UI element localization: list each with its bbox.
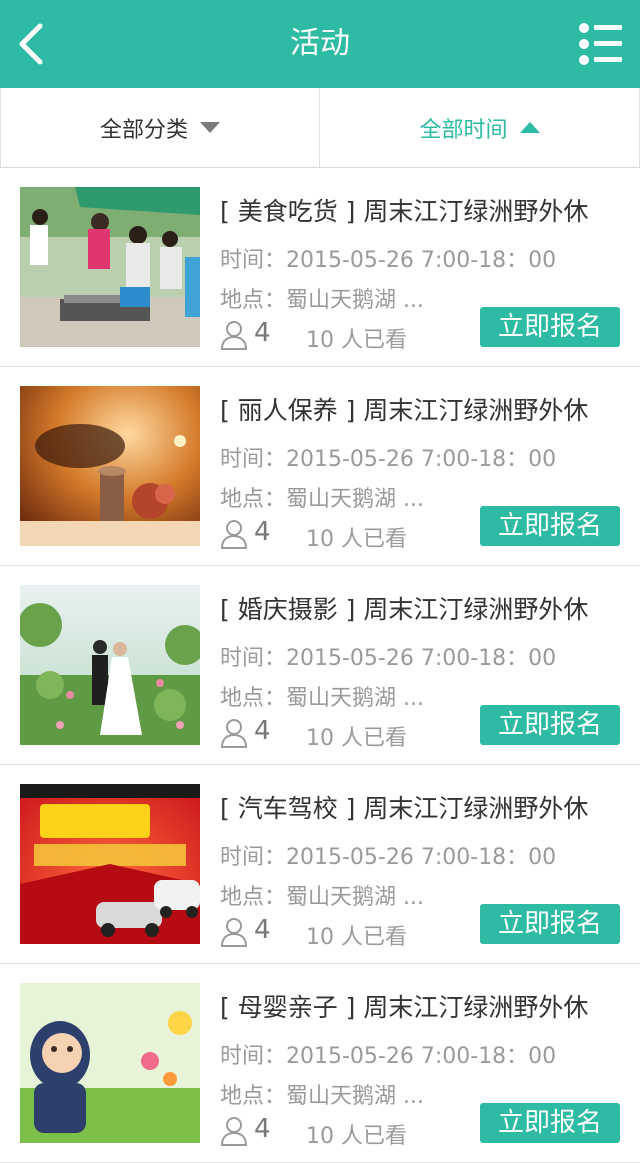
view-count: 10 人已看: [306, 328, 407, 353]
person-icon: [220, 719, 248, 748]
event-location: 地点：蜀山天鹅湖 ...: [220, 885, 424, 910]
category-filter[interactable]: 全部分类: [0, 88, 320, 167]
event-item[interactable]: [ 母婴亲子 ] 周末江汀绿洲野外休 时间：2015-05-26 7:00-18…: [0, 964, 640, 1163]
participant-count: 4: [254, 517, 271, 547]
event-time: 时间：2015-05-26 7:00-18：00: [220, 447, 557, 472]
menu-button[interactable]: [578, 22, 624, 66]
participant-count: 4: [254, 716, 271, 746]
participant-count: 4: [254, 1114, 271, 1144]
person-icon: [220, 520, 248, 549]
signup-button[interactable]: 立即报名: [480, 705, 620, 745]
event-title: [ 母婴亲子 ] 周末江汀绿洲野外休: [220, 993, 589, 1022]
event-title: [ 婚庆摄影 ] 周末江汀绿洲野外休: [220, 595, 589, 624]
view-count: 10 人已看: [306, 1124, 407, 1149]
signup-button[interactable]: 立即报名: [480, 904, 620, 944]
event-item[interactable]: [ 汽车驾校 ] 周末江汀绿洲野外休 时间：2015-05-26 7:00-18…: [0, 765, 640, 964]
event-thumbnail: [20, 784, 200, 944]
person-icon: [220, 321, 248, 350]
event-title: [ 汽车驾校 ] 周末江汀绿洲野外休: [220, 794, 589, 823]
signup-button[interactable]: 立即报名: [480, 1103, 620, 1143]
app-header: 活动: [0, 0, 640, 88]
event-time: 时间：2015-05-26 7:00-18：00: [220, 1044, 557, 1069]
caret-up-icon: [519, 122, 540, 133]
filter-bar: 全部分类 全部时间: [0, 88, 640, 168]
signup-button[interactable]: 立即报名: [480, 307, 620, 347]
event-thumbnail: [20, 585, 200, 745]
time-filter[interactable]: 全部时间: [320, 88, 640, 167]
signup-button[interactable]: 立即报名: [480, 506, 620, 546]
event-title: [ 丽人保养 ] 周末江汀绿洲野外休: [220, 396, 589, 425]
view-count: 10 人已看: [306, 925, 407, 950]
event-item[interactable]: [ 婚庆摄影 ] 周末江汀绿洲野外休 时间：2015-05-26 7:00-18…: [0, 566, 640, 765]
event-title: [ 美食吃货 ] 周末江汀绿洲野外休: [220, 197, 589, 226]
event-location: 地点：蜀山天鹅湖 ...: [220, 686, 424, 711]
event-time: 时间：2015-05-26 7:00-18：00: [220, 845, 557, 870]
event-location: 地点：蜀山天鹅湖 ...: [220, 288, 424, 313]
view-count: 10 人已看: [306, 527, 407, 552]
category-filter-label: 全部分类: [99, 117, 188, 143]
participant-count: 4: [254, 915, 271, 945]
view-count: 10 人已看: [306, 726, 407, 751]
event-time: 时间：2015-05-26 7:00-18：00: [220, 248, 557, 273]
event-thumbnail: [20, 187, 200, 347]
time-filter-label: 全部时间: [419, 117, 508, 143]
event-item[interactable]: [ 丽人保养 ] 周末江汀绿洲野外休 时间：2015-05-26 7:00-18…: [0, 367, 640, 566]
event-thumbnail: [20, 983, 200, 1143]
event-location: 地点：蜀山天鹅湖 ...: [220, 1084, 424, 1109]
event-location: 地点：蜀山天鹅湖 ...: [220, 487, 424, 512]
caret-down-icon: [200, 122, 220, 133]
event-thumbnail: [20, 386, 200, 546]
participant-count: 4: [254, 318, 271, 348]
person-icon: [220, 918, 248, 947]
event-item[interactable]: [ 美食吃货 ] 周末江汀绿洲野外休 时间：2015-05-26 7:00-18…: [0, 168, 640, 367]
page-title: 活动: [290, 26, 350, 61]
person-icon: [220, 1117, 248, 1146]
list-menu-icon: [579, 23, 622, 65]
event-time: 时间：2015-05-26 7:00-18：00: [220, 646, 557, 671]
